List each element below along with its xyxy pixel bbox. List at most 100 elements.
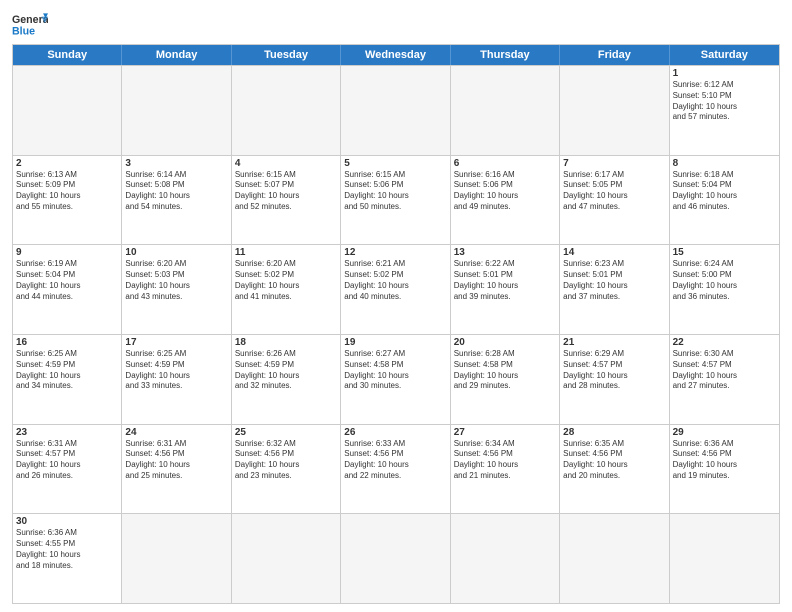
day-info: Sunrise: 6:12 AM Sunset: 5:10 PM Dayligh… [673, 80, 776, 123]
svg-text:Blue: Blue [12, 26, 35, 38]
weekday-header-tuesday: Tuesday [232, 45, 341, 65]
calendar-cell-r3c4: 20Sunrise: 6:28 AM Sunset: 4:58 PM Dayli… [451, 335, 560, 424]
day-info: Sunrise: 6:24 AM Sunset: 5:00 PM Dayligh… [673, 259, 776, 302]
calendar-cell-r0c3 [341, 66, 450, 155]
day-number: 7 [563, 158, 665, 169]
calendar-row-0: 1Sunrise: 6:12 AM Sunset: 5:10 PM Daylig… [13, 65, 779, 155]
calendar-cell-r0c0 [13, 66, 122, 155]
calendar-cell-r1c6: 8Sunrise: 6:18 AM Sunset: 5:04 PM Daylig… [670, 156, 779, 245]
day-number: 8 [673, 158, 776, 169]
calendar-row-3: 16Sunrise: 6:25 AM Sunset: 4:59 PM Dayli… [13, 334, 779, 424]
day-info: Sunrise: 6:16 AM Sunset: 5:06 PM Dayligh… [454, 170, 556, 213]
day-number: 2 [16, 158, 118, 169]
day-info: Sunrise: 6:22 AM Sunset: 5:01 PM Dayligh… [454, 259, 556, 302]
day-info: Sunrise: 6:19 AM Sunset: 5:04 PM Dayligh… [16, 259, 118, 302]
weekday-header-saturday: Saturday [670, 45, 779, 65]
calendar-cell-r5c6 [670, 514, 779, 603]
day-info: Sunrise: 6:31 AM Sunset: 4:56 PM Dayligh… [125, 439, 227, 482]
calendar-cell-r3c5: 21Sunrise: 6:29 AM Sunset: 4:57 PM Dayli… [560, 335, 669, 424]
day-number: 14 [563, 247, 665, 258]
day-info: Sunrise: 6:25 AM Sunset: 4:59 PM Dayligh… [16, 349, 118, 392]
day-info: Sunrise: 6:26 AM Sunset: 4:59 PM Dayligh… [235, 349, 337, 392]
weekday-header-thursday: Thursday [451, 45, 560, 65]
day-info: Sunrise: 6:32 AM Sunset: 4:56 PM Dayligh… [235, 439, 337, 482]
day-number: 11 [235, 247, 337, 258]
day-number: 25 [235, 427, 337, 438]
calendar-cell-r1c4: 6Sunrise: 6:16 AM Sunset: 5:06 PM Daylig… [451, 156, 560, 245]
day-number: 20 [454, 337, 556, 348]
calendar-header: SundayMondayTuesdayWednesdayThursdayFrid… [13, 45, 779, 65]
calendar-cell-r2c6: 15Sunrise: 6:24 AM Sunset: 5:00 PM Dayli… [670, 245, 779, 334]
day-number: 28 [563, 427, 665, 438]
header: General Blue [12, 10, 780, 38]
calendar-cell-r3c0: 16Sunrise: 6:25 AM Sunset: 4:59 PM Dayli… [13, 335, 122, 424]
calendar-cell-r4c2: 25Sunrise: 6:32 AM Sunset: 4:56 PM Dayli… [232, 425, 341, 514]
svg-text:General: General [12, 14, 48, 26]
calendar-cell-r3c1: 17Sunrise: 6:25 AM Sunset: 4:59 PM Dayli… [122, 335, 231, 424]
calendar-cell-r0c6: 1Sunrise: 6:12 AM Sunset: 5:10 PM Daylig… [670, 66, 779, 155]
calendar-cell-r0c5 [560, 66, 669, 155]
calendar-cell-r5c5 [560, 514, 669, 603]
day-number: 12 [344, 247, 446, 258]
calendar-cell-r5c2 [232, 514, 341, 603]
day-info: Sunrise: 6:30 AM Sunset: 4:57 PM Dayligh… [673, 349, 776, 392]
day-number: 9 [16, 247, 118, 258]
day-number: 18 [235, 337, 337, 348]
day-number: 23 [16, 427, 118, 438]
day-number: 3 [125, 158, 227, 169]
weekday-header-monday: Monday [122, 45, 231, 65]
calendar-cell-r0c4 [451, 66, 560, 155]
weekday-header-friday: Friday [560, 45, 669, 65]
day-number: 27 [454, 427, 556, 438]
day-number: 21 [563, 337, 665, 348]
calendar-cell-r2c3: 12Sunrise: 6:21 AM Sunset: 5:02 PM Dayli… [341, 245, 450, 334]
calendar-cell-r5c1 [122, 514, 231, 603]
day-info: Sunrise: 6:34 AM Sunset: 4:56 PM Dayligh… [454, 439, 556, 482]
calendar-cell-r0c1 [122, 66, 231, 155]
calendar: SundayMondayTuesdayWednesdayThursdayFrid… [12, 44, 780, 604]
day-number: 19 [344, 337, 446, 348]
calendar-row-2: 9Sunrise: 6:19 AM Sunset: 5:04 PM Daylig… [13, 244, 779, 334]
day-number: 24 [125, 427, 227, 438]
calendar-cell-r0c2 [232, 66, 341, 155]
day-number: 29 [673, 427, 776, 438]
day-info: Sunrise: 6:36 AM Sunset: 4:55 PM Dayligh… [16, 528, 118, 571]
day-number: 15 [673, 247, 776, 258]
calendar-cell-r3c2: 18Sunrise: 6:26 AM Sunset: 4:59 PM Dayli… [232, 335, 341, 424]
day-number: 5 [344, 158, 446, 169]
calendar-cell-r4c6: 29Sunrise: 6:36 AM Sunset: 4:56 PM Dayli… [670, 425, 779, 514]
day-info: Sunrise: 6:23 AM Sunset: 5:01 PM Dayligh… [563, 259, 665, 302]
calendar-cell-r1c2: 4Sunrise: 6:15 AM Sunset: 5:07 PM Daylig… [232, 156, 341, 245]
generalblue-logo-icon: General Blue [12, 10, 48, 38]
calendar-body: 1Sunrise: 6:12 AM Sunset: 5:10 PM Daylig… [13, 65, 779, 603]
calendar-cell-r4c1: 24Sunrise: 6:31 AM Sunset: 4:56 PM Dayli… [122, 425, 231, 514]
day-info: Sunrise: 6:28 AM Sunset: 4:58 PM Dayligh… [454, 349, 556, 392]
day-number: 10 [125, 247, 227, 258]
day-info: Sunrise: 6:18 AM Sunset: 5:04 PM Dayligh… [673, 170, 776, 213]
day-info: Sunrise: 6:36 AM Sunset: 4:56 PM Dayligh… [673, 439, 776, 482]
calendar-cell-r2c2: 11Sunrise: 6:20 AM Sunset: 5:02 PM Dayli… [232, 245, 341, 334]
day-info: Sunrise: 6:20 AM Sunset: 5:03 PM Dayligh… [125, 259, 227, 302]
calendar-row-4: 23Sunrise: 6:31 AM Sunset: 4:57 PM Dayli… [13, 424, 779, 514]
calendar-cell-r5c3 [341, 514, 450, 603]
calendar-cell-r4c0: 23Sunrise: 6:31 AM Sunset: 4:57 PM Dayli… [13, 425, 122, 514]
calendar-cell-r4c3: 26Sunrise: 6:33 AM Sunset: 4:56 PM Dayli… [341, 425, 450, 514]
day-number: 26 [344, 427, 446, 438]
day-number: 1 [673, 68, 776, 79]
day-info: Sunrise: 6:13 AM Sunset: 5:09 PM Dayligh… [16, 170, 118, 213]
day-info: Sunrise: 6:15 AM Sunset: 5:07 PM Dayligh… [235, 170, 337, 213]
calendar-cell-r1c0: 2Sunrise: 6:13 AM Sunset: 5:09 PM Daylig… [13, 156, 122, 245]
logo: General Blue [12, 10, 48, 38]
day-info: Sunrise: 6:25 AM Sunset: 4:59 PM Dayligh… [125, 349, 227, 392]
day-number: 16 [16, 337, 118, 348]
calendar-cell-r1c1: 3Sunrise: 6:14 AM Sunset: 5:08 PM Daylig… [122, 156, 231, 245]
weekday-header-wednesday: Wednesday [341, 45, 450, 65]
day-info: Sunrise: 6:31 AM Sunset: 4:57 PM Dayligh… [16, 439, 118, 482]
day-number: 30 [16, 516, 118, 527]
calendar-cell-r3c3: 19Sunrise: 6:27 AM Sunset: 4:58 PM Dayli… [341, 335, 450, 424]
day-info: Sunrise: 6:29 AM Sunset: 4:57 PM Dayligh… [563, 349, 665, 392]
day-number: 17 [125, 337, 227, 348]
calendar-row-5: 30Sunrise: 6:36 AM Sunset: 4:55 PM Dayli… [13, 513, 779, 603]
day-info: Sunrise: 6:15 AM Sunset: 5:06 PM Dayligh… [344, 170, 446, 213]
calendar-cell-r2c1: 10Sunrise: 6:20 AM Sunset: 5:03 PM Dayli… [122, 245, 231, 334]
